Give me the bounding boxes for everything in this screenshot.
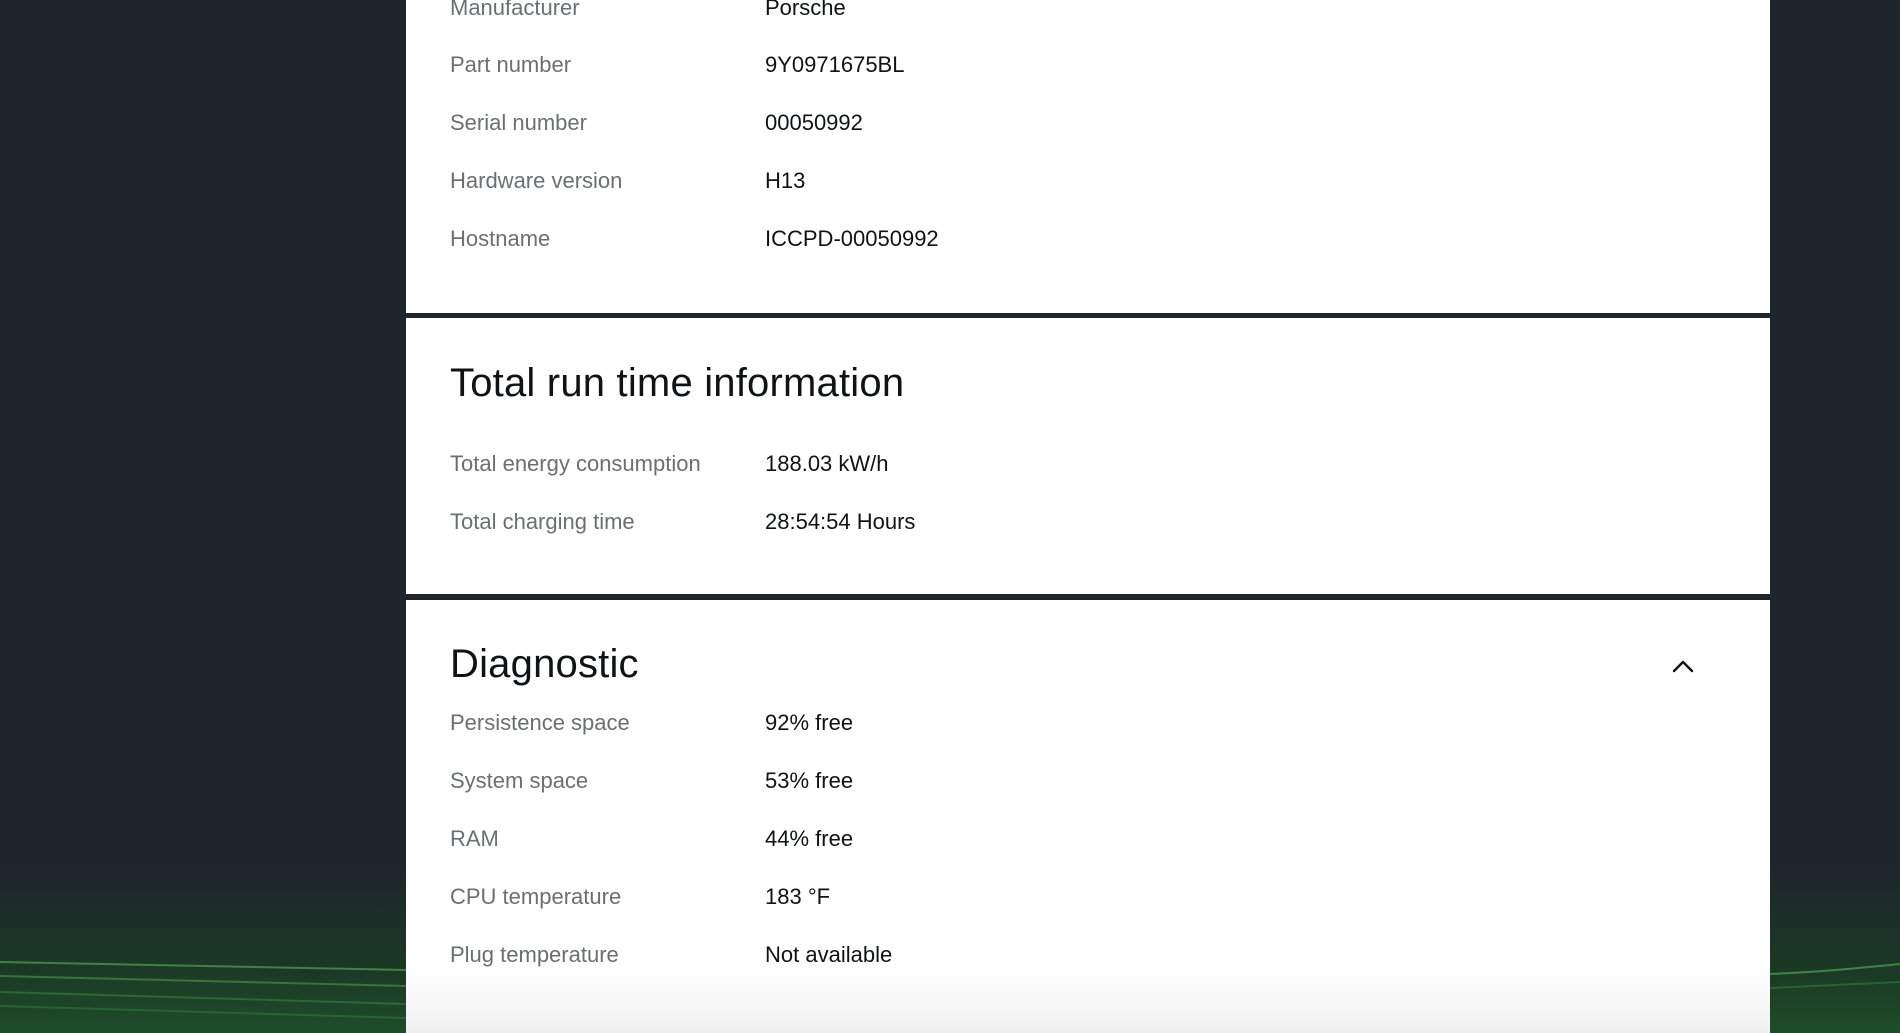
info-row-part-number: Part number 9Y0971675BL [450, 52, 1726, 82]
run-time-row-charging-time: Total charging time 28:54:54 Hours [450, 509, 1726, 539]
info-value: 9Y0971675BL [765, 52, 905, 77]
run-time-value: 28:54:54 Hours [765, 509, 916, 534]
diagnostic-row-plug-temperature: Plug temperature Not available [450, 942, 1726, 972]
info-row-serial-number: Serial number 00050992 [450, 110, 1726, 140]
info-row-hostname: Hostname ICCPD-00050992 [450, 226, 1726, 256]
chevron-up-icon[interactable] [1668, 652, 1698, 682]
info-value: 00050992 [765, 110, 863, 135]
diagnostic-label: Plug temperature [450, 942, 619, 967]
info-label: Serial number [450, 110, 587, 135]
diagnostic-value: 92% free [765, 710, 854, 735]
run-time-row-energy: Total energy consumption 188.03 kW/h [450, 451, 1726, 481]
run-time-label: Total charging time [450, 509, 635, 534]
info-row-hardware-version: Hardware version H13 [450, 168, 1726, 198]
diagnostic-card: Diagnostic Persistence space 92% free Sy… [406, 600, 1770, 1033]
info-label: Part number [450, 52, 572, 77]
info-row-manufacturer: Manufacturer Porsche [450, 0, 1726, 25]
run-time-label: Total energy consumption [450, 451, 701, 476]
device-info-card: Manufacturer Porsche Part number 9Y09716… [406, 0, 1770, 313]
section-title-diagnostic: Diagnostic [450, 642, 639, 686]
info-label: Hardware version [450, 168, 623, 193]
diagnostic-label: Persistence space [450, 710, 630, 735]
diagnostic-label: RAM [450, 826, 499, 851]
diagnostic-value: Not available [765, 942, 893, 967]
info-value: H13 [765, 168, 806, 193]
diagnostic-label: System space [450, 768, 589, 793]
diagnostic-value: 44% free [765, 826, 854, 851]
diagnostic-row-cpu-temperature: CPU temperature 183 °F [450, 884, 1726, 914]
run-time-card: Total run time information Total energy … [406, 318, 1770, 594]
section-title-run-time: Total run time information [450, 361, 905, 405]
info-label: Hostname [450, 226, 551, 251]
info-value: ICCPD-00050992 [765, 226, 939, 251]
diagnostic-row-ram: RAM 44% free [450, 826, 1726, 856]
diagnostic-label: CPU temperature [450, 884, 622, 909]
diagnostic-value: 53% free [765, 768, 854, 793]
info-value: Porsche [765, 0, 846, 20]
diagnostic-row-system-space: System space 53% free [450, 768, 1726, 798]
info-label: Manufacturer [450, 0, 580, 20]
run-time-value: 188.03 kW/h [765, 451, 889, 476]
diagnostic-value: 183 °F [765, 884, 831, 909]
diagnostic-row-persistence-space: Persistence space 92% free [450, 710, 1726, 740]
